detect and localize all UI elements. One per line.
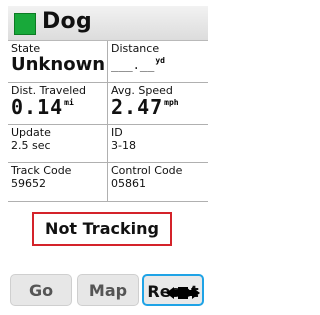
- status-area: Not Tracking: [8, 202, 208, 258]
- field-unit: yd: [155, 56, 165, 65]
- device-screen: Dog State Unknown Distance ___.__yd Dist…: [8, 6, 208, 312]
- field-label: Distance: [111, 42, 160, 55]
- field-value: 2.47: [111, 95, 164, 119]
- field-label: Update: [11, 126, 51, 139]
- field-value: 59652: [11, 177, 46, 190]
- field-distance: Distance ___.__yd: [108, 41, 208, 83]
- field-label: Control Code: [111, 164, 183, 177]
- map-button[interactable]: Map: [77, 274, 139, 306]
- field-track-code: Track Code 59652: [8, 163, 108, 202]
- field-label: Track Code: [11, 164, 72, 177]
- dog-name-title: Dog: [42, 9, 93, 34]
- go-button[interactable]: Go: [10, 274, 72, 306]
- field-value: Unknown: [11, 54, 106, 75]
- field-avg-speed: Avg. Speed 2.47mph: [108, 83, 208, 125]
- field-update: Update 2.5 sec: [8, 125, 108, 163]
- move-cursor-icon: [166, 287, 200, 299]
- field-value: 3-18: [111, 139, 136, 152]
- field-state: State Unknown: [8, 41, 108, 83]
- field-control-code: Control Code 05861: [108, 163, 208, 202]
- dog-color-square-icon: [14, 13, 36, 35]
- field-unit: mi: [64, 98, 74, 107]
- field-dist-traveled: Dist. Traveled 0.14mi: [8, 83, 108, 125]
- field-label: ID: [111, 126, 123, 139]
- field-value: ___.__: [111, 58, 155, 72]
- field-id: ID 3-18: [108, 125, 208, 163]
- field-unit: mph: [164, 98, 179, 107]
- field-value: 05861: [111, 177, 146, 190]
- field-value: 2.5 sec: [11, 139, 51, 152]
- field-value: 0.14: [11, 95, 64, 119]
- header-bar: Dog: [8, 6, 208, 41]
- tracking-status-box: Not Tracking: [32, 212, 172, 246]
